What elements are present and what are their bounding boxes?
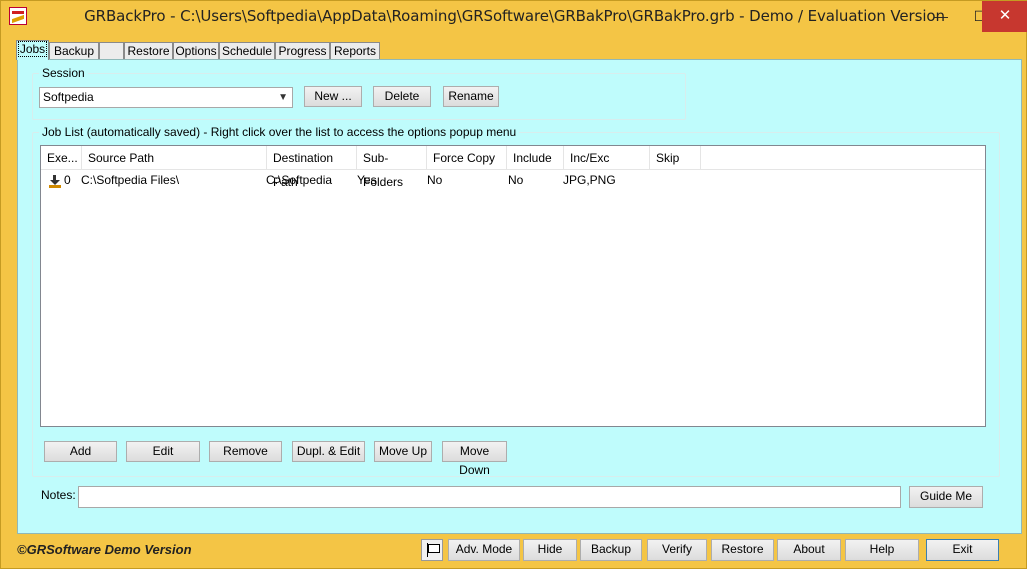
new-session-button[interactable]: New ... <box>304 86 362 107</box>
move-up-button[interactable]: Move Up <box>374 441 432 462</box>
row-destination-path: C:\Softpedia <box>266 173 333 187</box>
tab-jobs-label: Jobs <box>17 41 48 57</box>
tab-reports[interactable]: Reports <box>330 42 380 60</box>
column-source-path[interactable]: Source Path <box>82 146 267 170</box>
session-select-value: Softpedia <box>43 90 94 104</box>
app-window: GRBackPro - C:\Users\Softpedia\AppData\R… <box>0 0 1027 569</box>
add-job-button[interactable]: Add <box>44 441 117 462</box>
column-sub-folders[interactable]: Sub-Folders <box>357 146 427 189</box>
column-skip[interactable]: Skip <box>650 146 701 170</box>
column-inc-exc[interactable]: Inc/Exc <box>564 146 650 170</box>
adv-mode-button[interactable]: Adv. Mode <box>448 539 520 561</box>
job-list-header: Exe... Source Path Destination Path Sub-… <box>41 146 985 189</box>
row-sub-folders: Yes <box>357 173 377 187</box>
guide-me-button[interactable]: Guide Me <box>909 486 983 508</box>
chevron-down-icon: ▼ <box>278 92 288 103</box>
exit-button[interactable]: Exit <box>926 539 999 561</box>
column-exe[interactable]: Exe... <box>41 146 82 170</box>
window-title: GRBackPro - C:\Users\Softpedia\AppData\R… <box>84 7 945 25</box>
session-group-label: Session <box>39 66 88 80</box>
about-button[interactable]: About <box>777 539 841 561</box>
verify-button[interactable]: Verify <box>647 539 707 561</box>
hide-button[interactable]: Hide <box>523 539 577 561</box>
row-include: No <box>508 173 524 187</box>
tab-restore[interactable]: Restore <box>124 42 173 60</box>
help-button[interactable]: Help <box>845 539 919 561</box>
backup-button[interactable]: Backup <box>580 539 642 561</box>
job-list-group-label: Job List (automatically saved) - Right c… <box>39 125 520 139</box>
row-inc-exc: JPG,PNG <box>563 173 616 187</box>
tab-schedule[interactable]: Schedule <box>219 42 275 60</box>
column-destination-path[interactable]: Destination Path <box>267 146 357 189</box>
tab-blank[interactable] <box>99 42 124 60</box>
download-icon <box>49 174 61 188</box>
tab-jobs[interactable]: Jobs <box>16 40 49 60</box>
duplicate-edit-button[interactable]: Dupl. & Edit <box>292 441 365 462</box>
tab-options[interactable]: Options <box>173 42 219 60</box>
column-include[interactable]: Include <box>507 146 564 170</box>
delete-session-button[interactable]: Delete <box>373 86 431 107</box>
restore-button[interactable]: Restore <box>711 539 774 561</box>
table-row[interactable]: 0 C:\Softpedia Files\ C:\Softpedia Yes N… <box>41 171 985 189</box>
row-force-copy: No <box>427 173 443 187</box>
session-select[interactable]: Softpedia ▼ <box>39 87 293 108</box>
row-source-path: C:\Softpedia Files\ <box>81 173 180 187</box>
notes-label: Notes: <box>41 488 76 502</box>
remove-job-button[interactable]: Remove <box>209 441 282 462</box>
row-exe-value: 0 <box>64 173 71 187</box>
title-bar: GRBackPro - C:\Users\Softpedia\AppData\R… <box>1 1 1027 32</box>
notes-input[interactable] <box>78 486 901 508</box>
rename-session-button[interactable]: Rename <box>443 86 499 107</box>
column-force-copy[interactable]: Force Copy <box>427 146 507 170</box>
tab-backup[interactable]: Backup <box>49 42 99 60</box>
close-icon[interactable]: ✕ <box>982 1 1027 32</box>
row-exe-cell: 0 <box>49 171 71 189</box>
flag-icon[interactable] <box>421 539 443 561</box>
tab-progress[interactable]: Progress <box>275 42 330 60</box>
edit-job-button[interactable]: Edit <box>126 441 200 462</box>
job-list-table[interactable]: Exe... Source Path Destination Path Sub-… <box>40 145 986 427</box>
move-down-button[interactable]: Move Down <box>442 441 507 477</box>
copyright-text: ©GRSoftware Demo Version <box>17 542 192 557</box>
